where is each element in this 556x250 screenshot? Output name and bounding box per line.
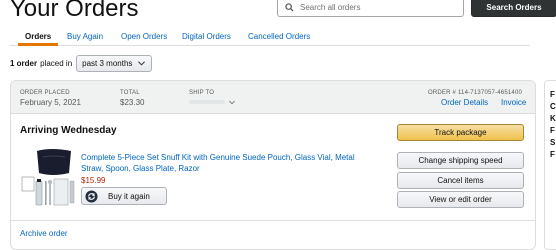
product-image[interactable]	[21, 147, 75, 207]
change-shipping-speed-button[interactable]: Change shipping speed	[397, 152, 524, 169]
ship-to-recipient[interactable]	[189, 100, 225, 104]
search-box[interactable]	[277, 0, 464, 17]
side-panel: F C K F S F	[544, 80, 556, 250]
tab-cancelled-orders[interactable]: Cancelled Orders	[248, 32, 310, 41]
order-tabs: Orders Buy Again Open Orders Digital Ord…	[10, 27, 530, 46]
side-panel-letter: F	[550, 126, 555, 135]
order-filter: 1 order placed in past 3 months	[10, 55, 153, 72]
buy-again-cycle-icon	[85, 189, 98, 203]
order-placed-label: ORDER PLACED	[20, 90, 70, 96]
total-label: TOTAL	[120, 90, 140, 96]
search-icon	[285, 2, 294, 12]
order-card-footer	[11, 220, 535, 221]
side-panel-letter: K	[550, 114, 556, 123]
search-orders-button[interactable]: Search Orders	[471, 0, 556, 17]
side-panel-letter: F	[550, 150, 555, 159]
archive-order-link[interactable]: Archive order	[20, 229, 68, 238]
order-count: 1 order	[10, 59, 38, 68]
side-panel-letter: C	[550, 102, 556, 111]
chevron-down-icon[interactable]	[229, 100, 235, 105]
cancel-items-button[interactable]: Cancel items	[397, 172, 524, 189]
product-title-link[interactable]: Complete 5-Piece Set Snuff Kit with Genu…	[81, 152, 371, 174]
view-edit-order-button[interactable]: View or edit order	[397, 191, 524, 208]
order-header: ORDER PLACED February 5, 2021 TOTAL $23.…	[11, 81, 535, 114]
time-period-dropdown[interactable]: past 3 months	[76, 55, 153, 72]
side-panel-letter: S	[550, 138, 556, 147]
time-period-value: past 3 months	[82, 59, 133, 68]
invoice-link[interactable]: Invoice	[501, 98, 526, 107]
order-card: ORDER PLACED February 5, 2021 TOTAL $23.…	[10, 80, 536, 250]
tab-orders[interactable]: Orders	[25, 32, 51, 41]
page-title: Your Orders	[10, 0, 139, 22]
buy-it-again-label: Buy it again	[108, 191, 150, 201]
chevron-down-icon	[138, 61, 146, 66]
tab-buy-again[interactable]: Buy Again	[67, 32, 103, 41]
delivery-status: Arriving Wednesday	[20, 125, 117, 136]
tab-digital-orders[interactable]: Digital Orders	[182, 32, 231, 41]
order-details-link[interactable]: Order Details	[441, 98, 488, 107]
track-package-button[interactable]: Track package	[397, 124, 524, 141]
tab-open-orders[interactable]: Open Orders	[121, 32, 167, 41]
side-panel-letter: F	[550, 90, 555, 99]
filter-label: placed in	[40, 59, 73, 68]
product-price: $15.99	[81, 176, 106, 185]
buy-it-again-button[interactable]: Buy it again	[81, 187, 167, 205]
search-input[interactable]	[300, 2, 450, 12]
active-tab-indicator	[18, 43, 58, 46]
order-number: ORDER # 114-7137057-4651400	[428, 90, 523, 96]
order-total: $23.30	[120, 98, 145, 107]
ship-to-label: SHIP TO	[189, 90, 215, 96]
order-placed-date: February 5, 2021	[20, 98, 81, 107]
